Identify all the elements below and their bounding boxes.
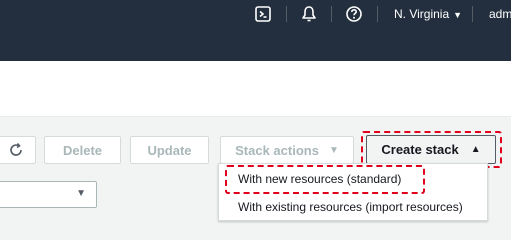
- region-selector[interactable]: N. Virginia ▼: [394, 7, 462, 21]
- help-icon[interactable]: [345, 5, 363, 23]
- bell-icon[interactable]: [300, 5, 318, 23]
- nav-separator: [286, 6, 287, 22]
- create-stack-button[interactable]: Create stack ▲: [366, 135, 496, 164]
- filter-select[interactable]: ▼: [0, 181, 97, 208]
- top-navigation-bar: N. Virginia ▼ adm: [0, 0, 511, 61]
- menu-item-existing-resources[interactable]: With existing resources (import resource…: [238, 200, 463, 214]
- caret-down-icon: ▼: [76, 188, 86, 199]
- refresh-icon: [10, 142, 22, 156]
- nav-separator: [331, 6, 332, 22]
- page-header-band: [0, 61, 511, 117]
- account-menu[interactable]: adm: [489, 7, 511, 21]
- menu-item-new-resources[interactable]: With new resources (standard): [238, 172, 401, 186]
- caret-down-icon: ▼: [453, 10, 463, 20]
- refresh-button[interactable]: [0, 136, 36, 164]
- caret-down-icon: ▼: [328, 144, 339, 156]
- create-stack-menu: With new resources (standard) With exist…: [218, 163, 488, 221]
- create-stack-label: Create stack: [381, 142, 459, 157]
- update-button[interactable]: Update: [130, 136, 209, 164]
- stack-actions-button[interactable]: Stack actions ▼: [220, 136, 354, 164]
- delete-button[interactable]: Delete: [44, 136, 121, 164]
- region-label: N. Virginia: [394, 7, 450, 21]
- caret-up-icon: ▲: [470, 144, 481, 155]
- stack-actions-label: Stack actions: [235, 142, 319, 158]
- nav-separator: [377, 6, 378, 22]
- cloudshell-icon[interactable]: [254, 5, 272, 23]
- nav-separator: [472, 6, 473, 22]
